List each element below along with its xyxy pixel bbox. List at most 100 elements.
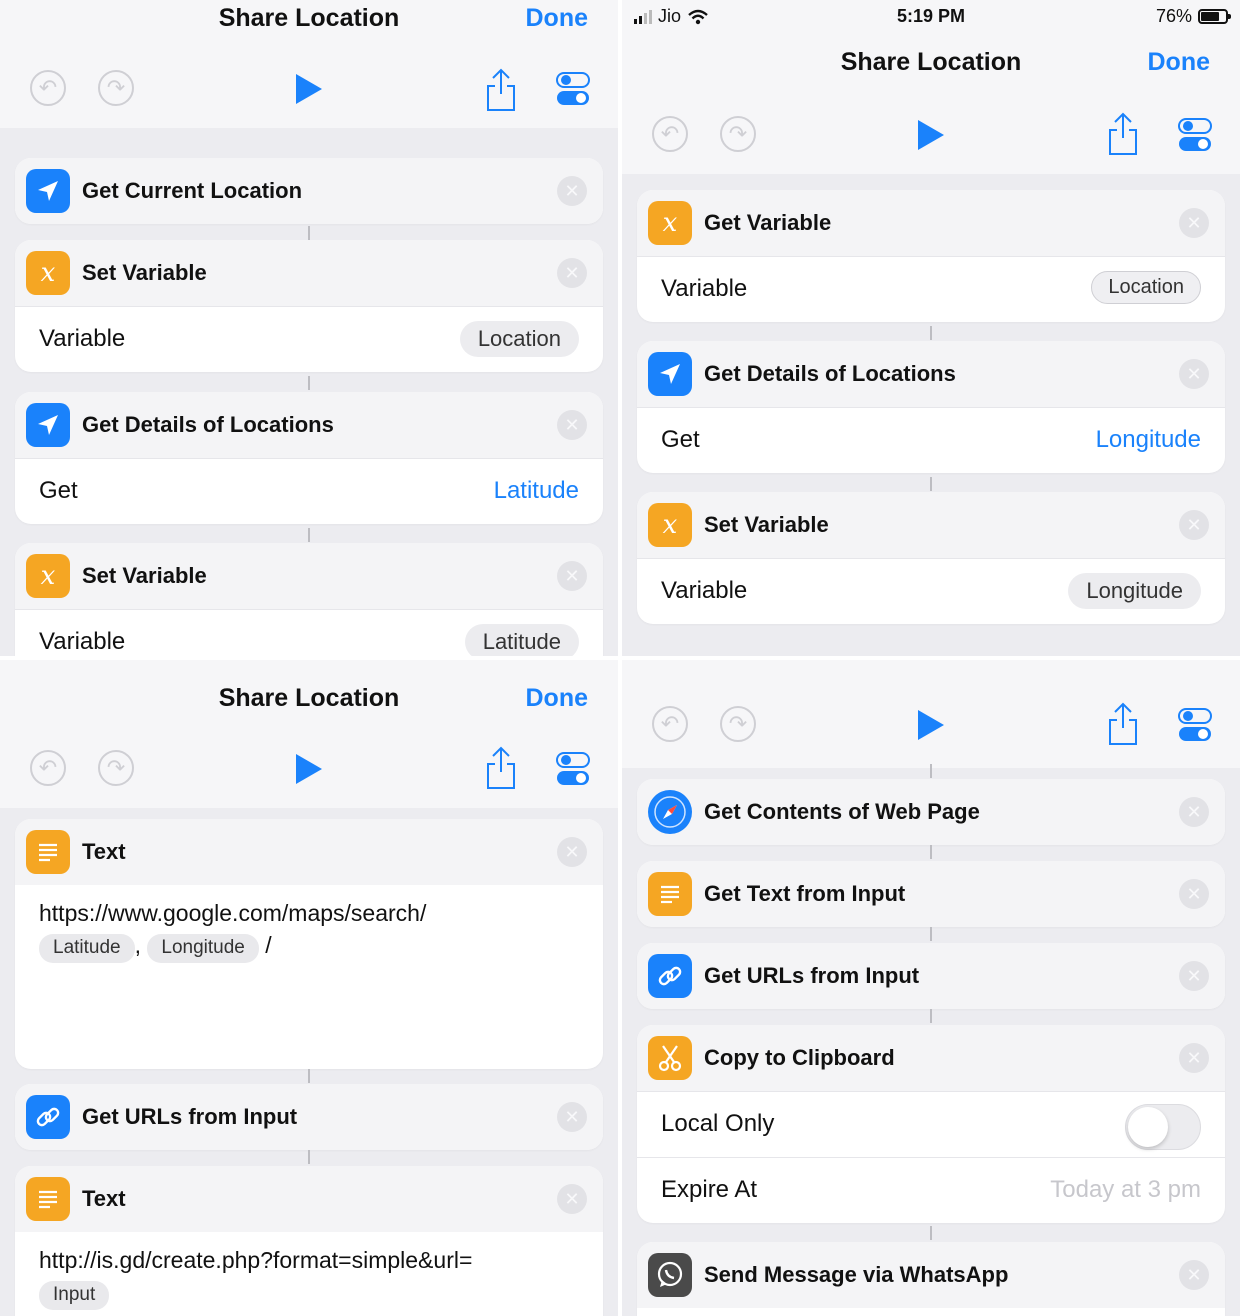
undo-button[interactable]: ↶ [30, 70, 66, 106]
settings-button[interactable] [556, 750, 590, 793]
battery-icon [1198, 9, 1231, 24]
share-icon [487, 746, 515, 789]
remove-action-icon[interactable]: ✕ [557, 410, 587, 440]
remove-action-icon[interactable]: ✕ [1179, 1043, 1209, 1073]
link-icon [26, 1095, 70, 1139]
parameter-label: Variable [39, 628, 126, 655]
connector [930, 326, 932, 340]
action-card[interactable]: Get Text from Input ✕ [637, 861, 1225, 927]
connector [308, 1150, 310, 1164]
parameter-row: Variable Location [15, 306, 603, 372]
parameter-label: Local Only [661, 1110, 775, 1137]
variable-name-pill[interactable]: Latitude [464, 624, 579, 656]
run-button[interactable] [916, 708, 946, 747]
action-title: Set Variable [704, 512, 829, 537]
share-icon [1109, 702, 1137, 745]
text-field[interactable]: https://www.google.com/maps/search/ Lati… [15, 885, 603, 975]
remove-action-icon[interactable]: ✕ [1179, 208, 1209, 238]
run-button[interactable] [294, 72, 324, 111]
share-icon [1109, 112, 1137, 155]
action-card[interactable]: Text ✕ https://www.google.com/maps/searc… [15, 819, 603, 1069]
variable-token[interactable]: Location [1091, 271, 1201, 304]
parameter-value[interactable]: Longitude [1096, 426, 1201, 454]
remove-action-icon[interactable]: ✕ [557, 561, 587, 591]
settings-button[interactable] [556, 70, 590, 113]
parameter-row: Local Only [637, 1091, 1225, 1157]
variable-token[interactable]: Input [39, 1281, 110, 1310]
action-card[interactable]: Text ✕ http://is.gd/create.php?format=si… [15, 1166, 603, 1316]
action-card[interactable]: Get Details of Locations ✕ Get Latitude [15, 392, 603, 524]
connector [930, 1009, 932, 1023]
local-only-toggle[interactable] [1125, 1104, 1201, 1150]
run-button[interactable] [916, 118, 946, 157]
undo-button[interactable]: ↶ [652, 116, 688, 152]
variable-name-pill[interactable]: Longitude [1068, 573, 1201, 609]
text-field[interactable]: http://is.gd/create.php?format=simple&ur… [15, 1232, 603, 1316]
variable-token[interactable]: Latitude [39, 934, 135, 963]
link-icon [648, 954, 692, 998]
parameter-value[interactable]: Latitude [494, 477, 579, 505]
screenshot-panel-1: Share Location Done ↶ ↷ Get Current Loca… [0, 0, 618, 656]
settings-button[interactable] [1178, 116, 1212, 159]
parameter-row: Get Latitude [15, 458, 603, 524]
remove-action-icon[interactable]: ✕ [557, 1184, 587, 1214]
variable-name-pill[interactable]: Location [459, 321, 579, 357]
redo-button[interactable]: ↷ [98, 70, 134, 106]
remove-action-icon[interactable]: ✕ [557, 258, 587, 288]
action-card[interactable]: Get URLs from Input ✕ [637, 943, 1225, 1009]
run-button[interactable] [294, 752, 324, 791]
parameter-row: Variable Location [637, 256, 1225, 322]
redo-button[interactable]: ↷ [720, 116, 756, 152]
settings-button[interactable] [1178, 706, 1212, 749]
redo-button[interactable]: ↷ [720, 706, 756, 742]
action-title: Get Contents of Web Page [704, 799, 980, 824]
action-card[interactable]: x Set Variable ✕ Variable Longitude [637, 492, 1225, 624]
action-card[interactable]: x Get Variable ✕ Variable Location [637, 190, 1225, 322]
expire-at-value[interactable]: Today at 3 pm [1050, 1176, 1201, 1204]
whatsapp-icon [648, 1253, 692, 1297]
done-button[interactable]: Done [526, 4, 589, 33]
redo-icon: ↷ [98, 70, 134, 106]
share-button[interactable] [484, 746, 518, 795]
variable-token[interactable]: Longitude [147, 934, 259, 963]
text-content: https://www.google.com/maps/search/ [39, 900, 427, 926]
safari-compass-icon [648, 790, 692, 834]
action-card[interactable]: x Set Variable ✕ Variable Location [15, 240, 603, 372]
parameter-row: Variable Longitude [637, 558, 1225, 624]
done-button[interactable]: Done [1148, 48, 1211, 77]
remove-action-icon[interactable]: ✕ [1179, 961, 1209, 991]
share-button[interactable] [484, 68, 518, 117]
action-header: Text ✕ [15, 819, 603, 885]
remove-action-icon[interactable]: ✕ [557, 837, 587, 867]
parameter-row: Variable Latitude [15, 609, 603, 656]
text-lines-icon [26, 1177, 70, 1221]
share-button[interactable] [1106, 112, 1140, 161]
action-title: Get Current Location [82, 178, 303, 203]
undo-button[interactable]: ↶ [30, 750, 66, 786]
parameter-label: Variable [39, 325, 126, 352]
remove-action-icon[interactable]: ✕ [1179, 879, 1209, 909]
connector [308, 226, 310, 240]
action-card[interactable]: x Set Variable ✕ Variable Latitude [15, 543, 603, 656]
remove-action-icon[interactable]: ✕ [557, 1102, 587, 1132]
action-title: Send Message via WhatsApp [704, 1262, 1009, 1287]
remove-action-icon[interactable]: ✕ [1179, 510, 1209, 540]
done-button[interactable]: Done [526, 684, 589, 713]
action-card[interactable]: Get Details of Locations ✕ Get Longitude [637, 341, 1225, 473]
action-card[interactable]: Get URLs from Input ✕ [15, 1084, 603, 1150]
action-card[interactable]: Send Message via WhatsApp ✕ [637, 1242, 1225, 1316]
remove-action-icon[interactable]: ✕ [1179, 797, 1209, 827]
parameter-label: Expire At [661, 1176, 758, 1203]
remove-action-icon[interactable]: ✕ [557, 176, 587, 206]
remove-action-icon[interactable]: ✕ [1179, 1260, 1209, 1290]
undo-button[interactable]: ↶ [652, 706, 688, 742]
scissors-icon [648, 1036, 692, 1080]
action-card[interactable]: Get Current Location ✕ [15, 158, 603, 224]
share-button[interactable] [1106, 702, 1140, 751]
action-header: x Set Variable ✕ [15, 240, 603, 306]
action-card[interactable]: Copy to Clipboard ✕ Local Only Expire At… [637, 1025, 1225, 1223]
remove-action-icon[interactable]: ✕ [1179, 359, 1209, 389]
parameter-row: Expire At Today at 3 pm [637, 1157, 1225, 1223]
redo-button[interactable]: ↷ [98, 750, 134, 786]
action-card[interactable]: Get Contents of Web Page ✕ [637, 779, 1225, 845]
